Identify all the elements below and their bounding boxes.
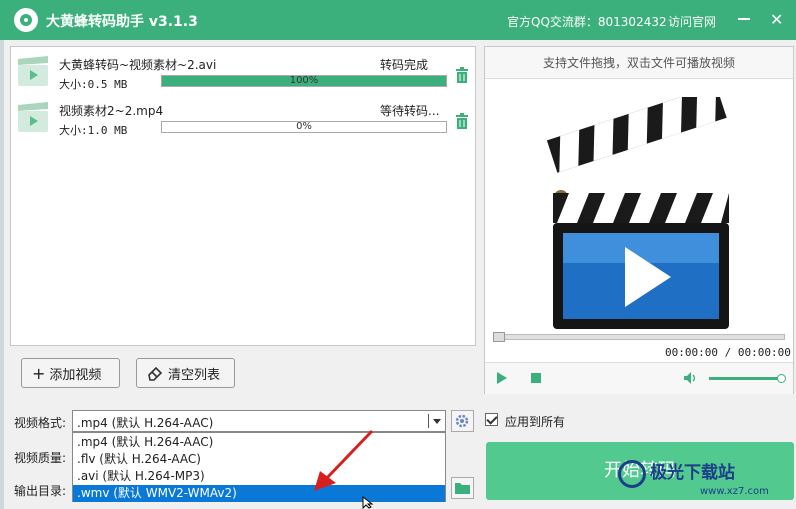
- clear-list-button[interactable]: 清空列表: [136, 358, 235, 388]
- time-readout: 00:00:00 / 00:00:00: [665, 346, 791, 359]
- format-option[interactable]: .mp4 (默认 H.264-AAC): [73, 434, 445, 451]
- volume-slider[interactable]: [709, 374, 787, 383]
- select-divider: [428, 414, 429, 428]
- app-title: 大黄蜂转码助手 v3.1.3: [46, 14, 198, 30]
- qq-group-text: 官方QQ交流群：801302432: [507, 15, 667, 29]
- visit-site-link[interactable]: 访问官网: [668, 13, 716, 30]
- annotation-arrow-icon: [314, 429, 374, 491]
- file-size: 大小:0.5 MB: [59, 78, 128, 91]
- clear-list-label: 清空列表: [168, 367, 221, 383]
- watermark-text: 极光下载站: [650, 463, 735, 483]
- format-option[interactable]: .flv (默认 H.264-AAC): [73, 451, 445, 468]
- eraser-icon: [148, 366, 163, 381]
- add-video-button[interactable]: + 添加视频: [21, 358, 120, 388]
- trash-icon[interactable]: [455, 67, 469, 83]
- plus-icon: +: [32, 363, 46, 383]
- minimize-icon[interactable]: [738, 18, 750, 20]
- app-logo-icon: [14, 8, 38, 32]
- file-size: 大小:1.0 MB: [59, 124, 128, 137]
- desktop-edge: [0, 40, 4, 509]
- output-dir-label: 输出目录:: [14, 484, 67, 498]
- play-icon[interactable]: [497, 372, 507, 384]
- format-settings-button[interactable]: [451, 410, 474, 432]
- player-controls: [485, 362, 793, 394]
- file-name: 视频素材2~2.mp4: [59, 104, 164, 118]
- folder-icon: [455, 483, 470, 494]
- add-video-label: 添加视频: [49, 367, 102, 383]
- video-file-icon: [18, 102, 48, 132]
- format-option[interactable]: .avi (默认 H.264-MP3): [73, 468, 445, 485]
- progress-text: 100%: [289, 75, 319, 86]
- chevron-down-icon[interactable]: [433, 419, 441, 424]
- drag-hint: 支持文件拖拽，双击文件可播放视频: [485, 47, 793, 79]
- volume-handle[interactable]: [777, 374, 787, 383]
- video-preview-panel: 支持文件拖拽，双击文件可播放视频 00:00:00 / 00:00:00: [484, 46, 794, 394]
- stop-icon[interactable]: [531, 373, 541, 383]
- trash-icon[interactable]: [455, 113, 469, 129]
- file-status: 等待转码...: [380, 104, 440, 118]
- apply-all-label: 应用到所有: [505, 415, 566, 429]
- format-dropdown: .mp4 (默认 H.264-AAC) .flv (默认 H.264-AAC) …: [72, 432, 446, 502]
- format-option-selected[interactable]: .wmv (默认 WMV2-WMAv2): [73, 485, 445, 502]
- title-bar: 大黄蜂转码助手 v3.1.3 官方QQ交流群：801302432 访问官网 ✕: [0, 0, 796, 40]
- volume-icon[interactable]: [683, 371, 697, 385]
- format-select[interactable]: .mp4 (默认 H.264-AAC): [72, 410, 446, 432]
- list-item[interactable]: 大黄蜂转码~视频素材~2.avi 转码完成 大小:0.5 MB 100%: [11, 51, 475, 95]
- close-icon[interactable]: ✕: [770, 12, 783, 28]
- video-file-icon: [18, 56, 48, 86]
- progress-bar: 0%: [161, 121, 447, 133]
- quality-label: 视频质量:: [14, 451, 67, 465]
- watermark-logo-icon: [618, 460, 646, 488]
- progress-text: 0%: [296, 121, 312, 132]
- mouse-cursor-icon: [362, 496, 374, 509]
- file-name: 大黄蜂转码~视频素材~2.avi: [59, 58, 217, 72]
- clapperboard-icon[interactable]: [547, 97, 735, 329]
- browse-folder-button[interactable]: [451, 477, 474, 499]
- list-item[interactable]: 视频素材2~2.mp4 等待转码... 大小:1.0 MB 0%: [11, 97, 475, 141]
- apply-all-checkbox[interactable]: [485, 413, 498, 426]
- file-status: 转码完成: [380, 58, 429, 72]
- seek-handle[interactable]: [493, 332, 505, 342]
- watermark-url: www.xz7.com: [700, 486, 769, 497]
- file-list: 大黄蜂转码~视频素材~2.avi 转码完成 大小:0.5 MB 100% 视频素…: [10, 46, 476, 346]
- format-select-value: .mp4 (默认 H.264-AAC): [77, 416, 214, 430]
- format-label: 视频格式:: [14, 416, 67, 430]
- gear-icon: [455, 414, 469, 428]
- seek-slider[interactable]: [493, 332, 785, 342]
- progress-bar: 100%: [161, 75, 447, 87]
